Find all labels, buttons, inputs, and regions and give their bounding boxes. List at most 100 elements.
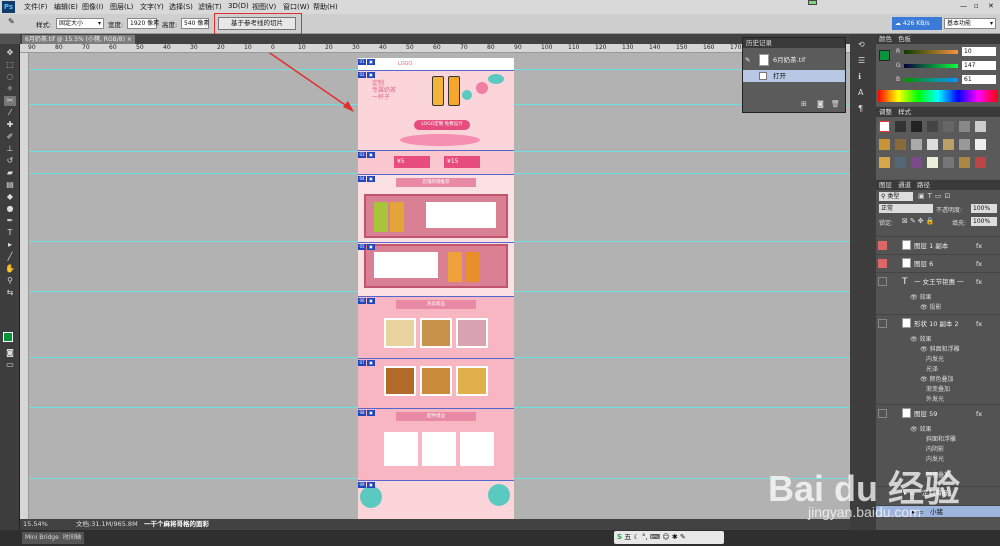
effect-color-overlay[interactable]: 颜色叠加 bbox=[926, 470, 950, 479]
effect-drop-shadow[interactable]: 👁 投影 bbox=[920, 302, 942, 311]
menu-image[interactable]: 图像(I) bbox=[82, 2, 104, 12]
slice-number-tag[interactable]: 04 bbox=[358, 176, 366, 182]
slice-tool-icon[interactable]: ✂ bbox=[4, 96, 16, 106]
r-value[interactable]: 10 bbox=[962, 47, 996, 56]
tab-styles[interactable]: 样式 bbox=[898, 107, 911, 117]
history-snapshot[interactable]: ✎ 6月奶茶.tif bbox=[745, 52, 843, 68]
menu-view[interactable]: 视图(V) bbox=[252, 2, 276, 12]
visibility-toggle[interactable] bbox=[878, 277, 887, 286]
slice-number-tag[interactable]: 08 bbox=[358, 410, 366, 416]
zoom-level[interactable]: 15.54% bbox=[23, 519, 48, 530]
fx-icon[interactable]: fx bbox=[976, 273, 982, 291]
tab-color[interactable]: 颜色 bbox=[879, 34, 892, 44]
blend-mode-select[interactable]: 正常 bbox=[879, 204, 933, 213]
menu-select[interactable]: 选择(S) bbox=[169, 2, 193, 12]
swap-colors-icon[interactable]: ⇆ bbox=[4, 288, 16, 298]
dodge-tool-icon[interactable]: ● bbox=[4, 204, 16, 214]
new-document-icon[interactable]: ⊞ bbox=[801, 100, 807, 108]
info-icon[interactable]: ℹ bbox=[858, 72, 861, 81]
fx-icon[interactable]: fx bbox=[976, 237, 982, 255]
canvas-area[interactable]: LOGO 定制 专属奶茶 一杯子 LOGO定制 免费设计 ¥5 ¥15 店铺热销… bbox=[29, 53, 850, 519]
style-swatch[interactable] bbox=[895, 121, 906, 132]
layer-group-row-selected[interactable]: ▸ ▭ 小猪 bbox=[876, 505, 1000, 517]
style-swatch[interactable] bbox=[943, 139, 954, 150]
layer-row[interactable]: 图层 59 fx bbox=[876, 404, 1000, 422]
fg-color-chip[interactable] bbox=[879, 50, 890, 61]
menu-window[interactable]: 窗口(W) bbox=[283, 2, 309, 12]
tab-timeline[interactable]: 时间轴 bbox=[60, 532, 85, 544]
menu-3d[interactable]: 3D(D) bbox=[228, 2, 249, 10]
color-spectrum[interactable] bbox=[878, 90, 998, 102]
effect-inner-shadow[interactable]: 内阴影 bbox=[926, 444, 944, 453]
layer-filter-select[interactable]: ⚲ 类型 bbox=[879, 192, 913, 201]
menu-filter[interactable]: 滤镜(T) bbox=[198, 2, 222, 12]
fx-icon[interactable]: fx bbox=[976, 255, 982, 273]
height-input[interactable]: 540 像素 bbox=[181, 18, 209, 29]
width-input[interactable]: 1920 像素 bbox=[127, 18, 159, 29]
slice-number-tag[interactable]: 05 bbox=[358, 244, 366, 250]
style-swatch[interactable] bbox=[911, 121, 922, 132]
effect-outer-glow[interactable]: 外发光 bbox=[926, 394, 944, 403]
style-swatch[interactable] bbox=[959, 139, 970, 150]
fx-icon[interactable]: fx bbox=[976, 315, 982, 333]
workspace-select[interactable]: 基本功能 ▾ bbox=[944, 18, 996, 29]
style-swatch[interactable] bbox=[895, 157, 906, 168]
trash-icon[interactable]: 🗑 bbox=[831, 100, 840, 108]
layer-row[interactable]: 图层 1 副本 fx bbox=[876, 236, 1000, 254]
quick-select-tool-icon[interactable]: ✧ bbox=[4, 84, 16, 94]
tab-layers[interactable]: 图层 bbox=[879, 180, 892, 190]
slice-number-tag[interactable]: 02 bbox=[358, 72, 366, 78]
effects-row[interactable]: 👁 效果 bbox=[910, 424, 932, 433]
effect-inner-glow[interactable]: 内发光 bbox=[926, 454, 944, 463]
pen-tool-icon[interactable]: ✒ bbox=[4, 216, 16, 226]
slices-from-guides-button[interactable]: 基于参考线的切片 bbox=[218, 17, 296, 30]
style-swatch[interactable] bbox=[943, 121, 954, 132]
style-swatch[interactable] bbox=[959, 157, 970, 168]
restore-button[interactable]: ▫ bbox=[974, 2, 979, 10]
tab-paths[interactable]: 路径 bbox=[917, 180, 930, 190]
visibility-toggle[interactable] bbox=[878, 409, 887, 418]
style-swatch[interactable] bbox=[927, 157, 938, 168]
gradient-tool-icon[interactable]: ▤ bbox=[4, 180, 16, 190]
effect-bevel[interactable]: 斜面和浮雕 bbox=[926, 434, 956, 443]
screen-mode-icon[interactable]: ▭ bbox=[4, 360, 16, 370]
foreground-color-swatch[interactable] bbox=[3, 332, 13, 342]
style-swatch[interactable] bbox=[895, 139, 906, 150]
visibility-toggle[interactable] bbox=[878, 241, 887, 250]
menu-file[interactable]: 文件(F) bbox=[24, 2, 48, 12]
style-swatch[interactable] bbox=[975, 139, 986, 150]
slice-number-tag[interactable]: 06 bbox=[358, 298, 366, 304]
document-tab[interactable]: 6月奶茶.tif @ 15.5% (小猪, RGB/8) × bbox=[22, 35, 135, 44]
effect-color-overlay[interactable]: 👁 颜色叠加 bbox=[920, 374, 954, 383]
b-slider[interactable] bbox=[904, 78, 958, 82]
style-swatch[interactable] bbox=[943, 157, 954, 168]
menu-help[interactable]: 帮助(H) bbox=[313, 2, 338, 12]
slice-number-tag[interactable]: 01 bbox=[358, 59, 366, 65]
style-swatch[interactable] bbox=[959, 121, 970, 132]
visibility-toggle[interactable] bbox=[878, 319, 887, 328]
style-swatch[interactable] bbox=[879, 121, 890, 132]
layer-row[interactable]: 形状 10 副本 2 fx bbox=[876, 314, 1000, 332]
eraser-tool-icon[interactable]: ▰ bbox=[4, 168, 16, 178]
style-swatch[interactable] bbox=[911, 157, 922, 168]
effects-row[interactable]: 👁 效果 bbox=[910, 292, 932, 301]
menu-layer[interactable]: 图层(L) bbox=[110, 2, 133, 12]
style-swatch[interactable] bbox=[879, 157, 890, 168]
character-icon[interactable]: A bbox=[858, 88, 863, 97]
quick-mask-icon[interactable]: ◙ bbox=[4, 348, 16, 358]
shape-tool-icon[interactable]: ╱ bbox=[4, 252, 16, 262]
style-swatch[interactable] bbox=[879, 139, 890, 150]
layer-row[interactable]: 图层 6 fx bbox=[876, 254, 1000, 272]
tab-swatches[interactable]: 色板 bbox=[898, 34, 911, 44]
tab-mini-bridge[interactable]: Mini Bridge bbox=[22, 532, 62, 544]
lasso-tool-icon[interactable]: ◌ bbox=[4, 72, 16, 82]
paragraph-icon[interactable]: ¶ bbox=[858, 104, 863, 113]
style-swatch[interactable] bbox=[927, 139, 938, 150]
history-icon[interactable]: ⟲ bbox=[858, 40, 865, 49]
move-tool-icon[interactable]: ✥ bbox=[4, 48, 16, 58]
style-swatch[interactable] bbox=[911, 139, 922, 150]
menu-type[interactable]: 文字(Y) bbox=[140, 2, 164, 12]
ime-toolbar[interactable]: S 五 ☾ °, ⌨ ☺ ✱ ✎ bbox=[614, 531, 724, 544]
blur-tool-icon[interactable]: ◆ bbox=[4, 192, 16, 202]
effect-inner-glow[interactable]: 内发光 bbox=[926, 354, 944, 363]
